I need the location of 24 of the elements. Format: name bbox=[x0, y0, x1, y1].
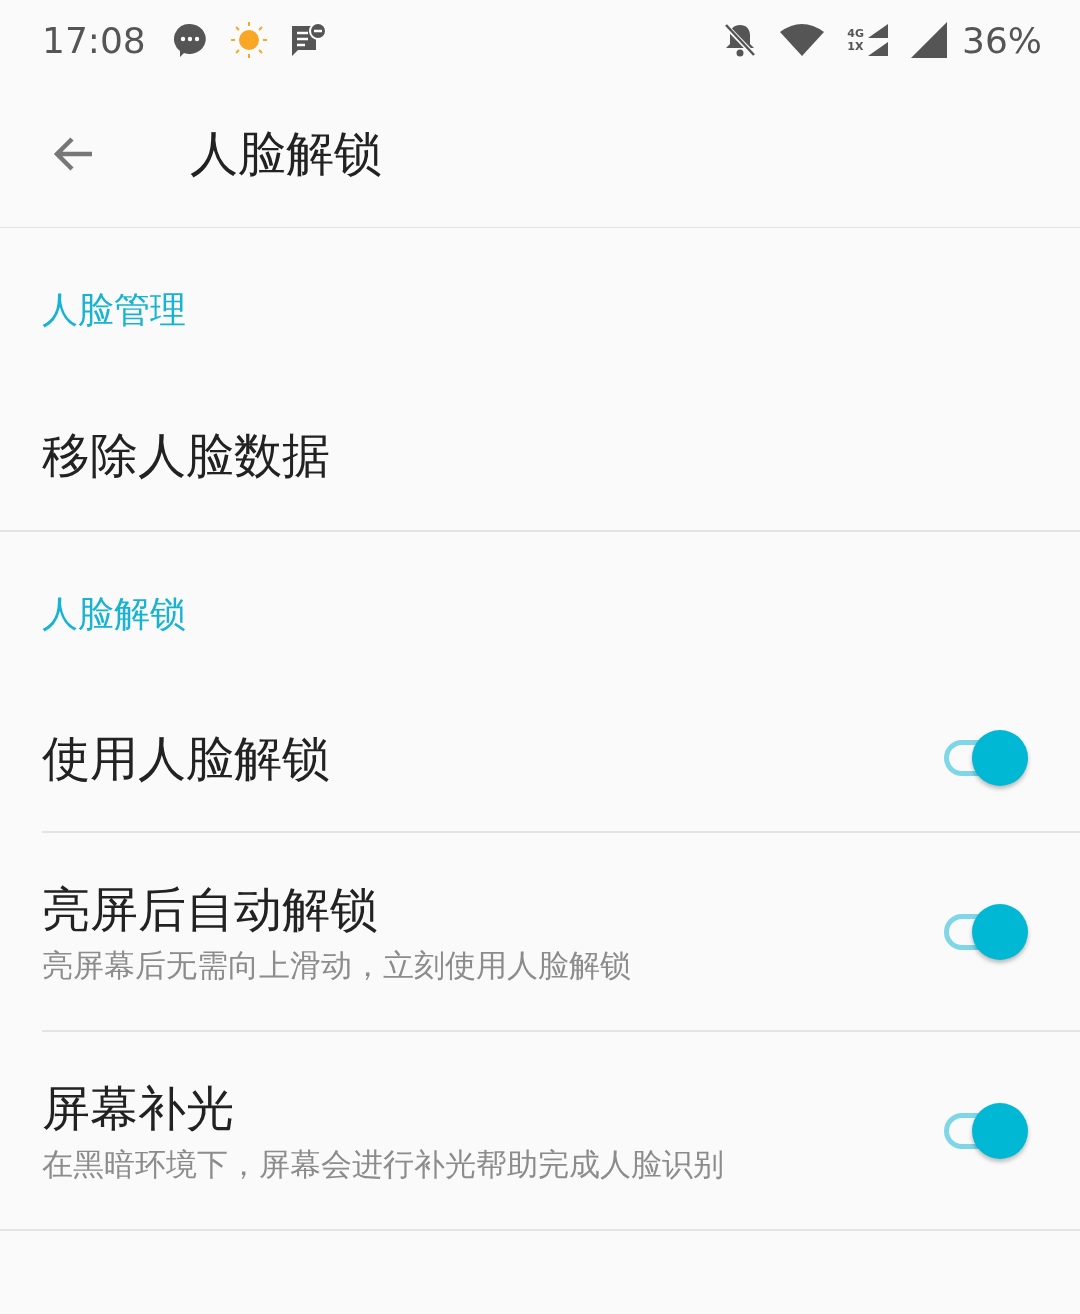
item-title: 亮屏后自动解锁 bbox=[42, 879, 379, 939]
network-type: 4G bbox=[847, 27, 864, 40]
item-title: 屏幕补光 bbox=[42, 1078, 235, 1138]
toggle-switch[interactable] bbox=[944, 1102, 1028, 1159]
item-description: 亮屏幕后无需向上滑动，立刻使用人脸解锁 bbox=[42, 945, 632, 985]
item-title: 移除人脸数据 bbox=[42, 426, 330, 485]
muted-bell-icon bbox=[723, 22, 758, 58]
dual-signal-icon bbox=[866, 22, 888, 58]
page-title: 人脸解锁 bbox=[190, 123, 382, 183]
sun-icon bbox=[229, 21, 268, 59]
clock: 17:08 bbox=[42, 19, 146, 61]
item-description: 在黑暗环境下，屏幕会进行补光帮助完成人脸识别 bbox=[42, 1144, 725, 1184]
settings-item[interactable]: 移除人脸数据 bbox=[0, 380, 1080, 530]
wifi-icon bbox=[779, 22, 826, 58]
signal-icon bbox=[910, 21, 948, 59]
network-type: 1X bbox=[847, 40, 864, 53]
toggle-switch[interactable] bbox=[944, 729, 1028, 786]
section-header: 人脸管理 bbox=[41, 288, 187, 332]
battery-percent: 36% bbox=[962, 19, 1042, 61]
toggle-switch[interactable] bbox=[944, 903, 1028, 960]
item-title: 使用人脸解锁 bbox=[42, 728, 331, 788]
message-icon bbox=[289, 22, 328, 58]
chat-bubble-icon bbox=[171, 22, 208, 58]
section-header: 人脸解锁 bbox=[41, 592, 187, 636]
